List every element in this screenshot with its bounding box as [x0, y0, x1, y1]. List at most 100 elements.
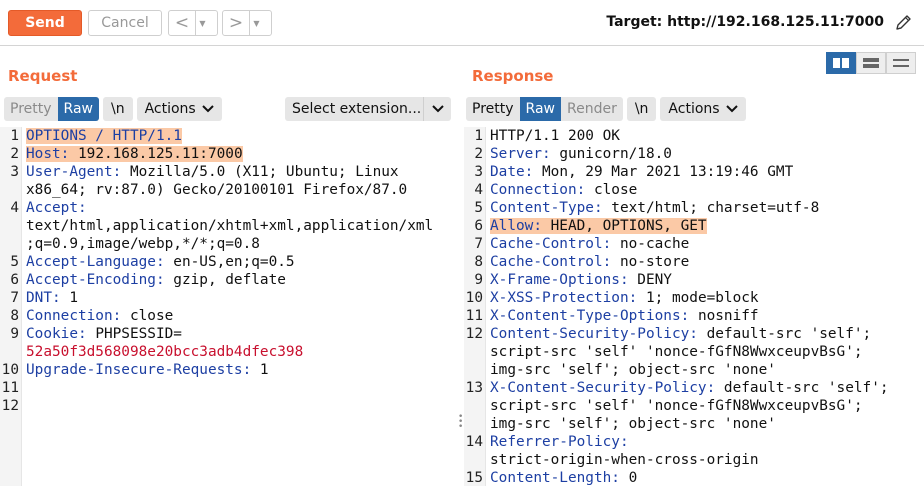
response-code-line: 13 X-Content-Security-Policy: default-src… [464, 379, 924, 397]
request-code-line: 2 Host: 192.168.125.11:7000 [0, 145, 456, 163]
response-code-line: 6 Allow: HEAD, OPTIONS, GET [464, 217, 924, 235]
line-number [464, 397, 486, 415]
line-number: 10 [1, 362, 19, 378]
header-value: en-US,en;q=0.5 [164, 254, 295, 270]
header-name: Content-Type: [490, 200, 603, 216]
line-number: 6 [474, 218, 483, 234]
header-name: Content-Security-Policy: [490, 326, 698, 342]
request-code-line: 4 Accept: [0, 199, 456, 217]
response-code-line: 11 X-Content-Type-Options: nosniff [464, 307, 924, 325]
forward-button[interactable]: > [223, 11, 249, 35]
header-value: Mon, 29 Mar 2021 13:19:46 GMT [533, 164, 794, 180]
header-value: default-src 'self'; [715, 380, 889, 396]
request-actions-label: Actions [144, 101, 196, 117]
stacked-layout-icon[interactable] [856, 52, 886, 74]
line-number: 15 [465, 470, 483, 486]
line-number: 2 [474, 146, 483, 162]
request-newline-toggle[interactable]: \n [102, 97, 133, 121]
line-number: 4 [10, 200, 19, 216]
response-view-toggle: Pretty Raw Render [466, 97, 623, 121]
header-value: HTTP/1.1 200 OK [490, 128, 620, 144]
chevron-down-icon [725, 105, 738, 113]
header-value: text/html; charset=utf-8 [602, 200, 820, 216]
request-editor[interactable]: 1 OPTIONS / HTTP/1.1 2 Host: 192.168.125.11… [0, 127, 456, 486]
header-value: HEAD, OPTIONS, GET [541, 218, 707, 234]
line-number: 3 [474, 164, 483, 180]
response-code-line: 7 Cache-Control: no-cache [464, 235, 924, 253]
side-by-side-layout-icon[interactable] [826, 52, 856, 74]
response-tab-raw[interactable]: Raw [519, 97, 561, 121]
header-value: DENY [628, 272, 672, 288]
line-number: 5 [474, 200, 483, 216]
header-value: text/html,application/xhtml+xml,applicat… [26, 218, 434, 234]
header-name: X-Frame-Options: [490, 272, 629, 288]
line-number: 9 [10, 326, 19, 342]
response-code-line: 10 X-XSS-Protection: 1; mode=block [464, 289, 924, 307]
header-name: Connection: [490, 182, 586, 198]
response-tab-pretty[interactable]: Pretty [466, 97, 520, 121]
header-name: Connection: [26, 308, 122, 324]
request-actions-button[interactable]: Actions [136, 97, 222, 121]
header-name: Host: [26, 146, 70, 162]
line-number: 5 [10, 254, 19, 270]
request-code-line: 5 Accept-Language: en-US,en;q=0.5 [0, 253, 456, 271]
header-value: strict-origin-when-cross-origin [490, 452, 759, 468]
select-extension-label: Select extension... [292, 101, 422, 117]
request-code-line: 12 [0, 397, 456, 415]
forward-history-dropdown[interactable]: ▼ [249, 11, 263, 35]
forward-nav-group: > ▼ [222, 10, 272, 36]
request-code-line: 10 Upgrade-Insecure-Requests: 1 [0, 361, 456, 379]
header-name: Accept-Encoding: [26, 272, 165, 288]
header-value: no-store [611, 254, 690, 270]
header-name: Cache-Control: [490, 254, 612, 270]
request-code-line: 52a50f3d568098e20bcc3adb4dfec398 [0, 343, 456, 361]
response-editor[interactable]: 1 HTTP/1.1 200 OK 2 Server: gunicorn/18.0 3 D… [464, 127, 924, 486]
single-pane-layout-icon[interactable] [886, 52, 916, 74]
line-number: 4 [474, 182, 483, 198]
header-name: Upgrade-Insecure-Requests: [26, 362, 252, 378]
request-code-line: 6 Accept-Encoding: gzip, deflate [0, 271, 456, 289]
select-extension-dropdown[interactable]: Select extension... [285, 97, 451, 121]
line-number: 10 [465, 290, 483, 306]
header-value: 1 [60, 290, 78, 306]
send-button[interactable]: Send [8, 10, 82, 36]
back-nav-group: < ▼ [168, 10, 218, 36]
response-tab-render[interactable]: Render [561, 97, 623, 121]
drag-handle-icon[interactable]: • • • [458, 413, 463, 432]
header-value: Mozilla/5.0 (X11; Ubuntu; Linux [121, 164, 399, 180]
back-button[interactable]: < [169, 11, 195, 35]
cancel-button[interactable]: Cancel [88, 10, 162, 36]
header-name: Accept-Language: [26, 254, 165, 270]
line-number: 9 [474, 272, 483, 288]
request-panel: Request Pretty Raw \n Actions Select ext… [0, 47, 456, 486]
header-name: DNT: [26, 290, 61, 306]
pencil-icon[interactable] [894, 12, 914, 32]
panel-divider[interactable]: • • • [456, 47, 464, 486]
header-value: script-src 'self' 'nonce-fGfN8WwxceupvBs… [490, 344, 863, 360]
request-tab-raw[interactable]: Raw [57, 97, 99, 121]
response-code-line: 1 HTTP/1.1 200 OK [464, 127, 924, 145]
back-history-dropdown[interactable]: ▼ [195, 11, 209, 35]
response-code-line: strict-origin-when-cross-origin [464, 451, 924, 469]
response-actions-label: Actions [668, 101, 720, 117]
header-value: img-src 'self'; object-src 'none' [490, 416, 776, 432]
header-value: x86_64; rv:87.0) Gecko/20100101 Firefox/… [26, 182, 408, 198]
header-value: gunicorn/18.0 [550, 146, 672, 162]
line-number [464, 361, 486, 379]
header-name: X-Content-Security-Policy: [490, 380, 716, 396]
line-number: 1 [474, 128, 483, 144]
response-code-line: img-src 'self'; object-src 'none' [464, 415, 924, 433]
line-number: 13 [465, 380, 483, 396]
response-newline-toggle[interactable]: \n [626, 97, 657, 121]
line-number [0, 343, 22, 361]
header-value: 1; mode=block [637, 290, 759, 306]
request-code-line: 8 Connection: close [0, 307, 456, 325]
response-actions-button[interactable]: Actions [660, 97, 746, 121]
header-name: Allow: [490, 218, 542, 234]
request-tab-pretty[interactable]: Pretty [4, 97, 58, 121]
chevron-down-icon [202, 105, 214, 113]
header-name: User-Agent: [26, 164, 122, 180]
request-tabs: Pretty Raw \n Actions [4, 97, 222, 121]
response-tabs: Pretty Raw Render \n Actions [466, 97, 746, 121]
response-code-line: 4 Connection: close [464, 181, 924, 199]
